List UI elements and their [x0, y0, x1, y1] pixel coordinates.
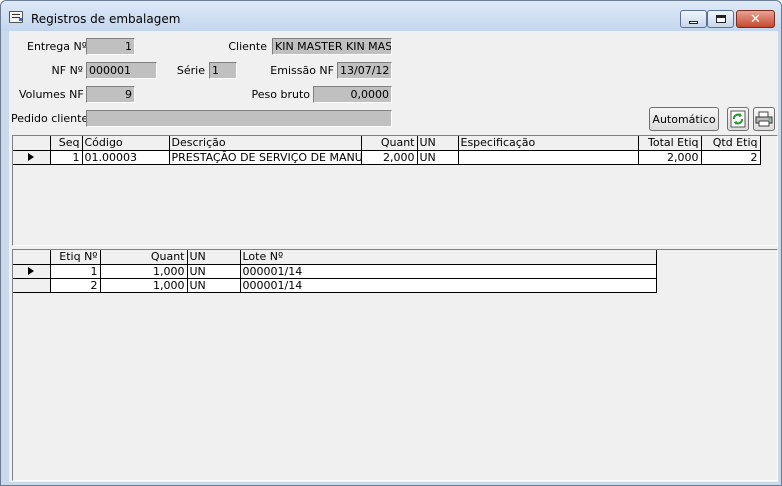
cell-un[interactable]: UN — [187, 264, 241, 279]
cliente-field[interactable]: KIN MASTER KIN MAS — [272, 38, 392, 55]
cell-lote[interactable]: 000001/14 — [240, 278, 657, 293]
refresh-button[interactable] — [727, 107, 749, 131]
items-table: Seq Código Descrição Quant UN Especifica… — [13, 136, 761, 165]
refresh-icon — [730, 110, 746, 128]
col-header-etiq[interactable]: Etiq Nº — [50, 250, 101, 265]
items-grid[interactable]: Seq Código Descrição Quant UN Especifica… — [12, 135, 778, 246]
cell-quant[interactable]: 2,000 — [361, 150, 418, 165]
title-bar[interactable]: Registros de embalagem ✕ — [1, 1, 781, 31]
window-title: Registros de embalagem — [31, 12, 181, 26]
printer-icon — [755, 111, 773, 127]
nf-label: NF Nº — [51, 64, 83, 77]
cell-etiq[interactable]: 1 — [50, 264, 101, 279]
col-header-qtd-etiq[interactable]: Qtd Etiq — [701, 136, 761, 151]
table-row[interactable]: 1 1,000 UN 000001/14 — [13, 264, 657, 279]
labels-table: Etiq Nº Quant UN Lote Nº 1 1,000 UN 0000… — [13, 250, 657, 293]
current-row-arrow-icon — [28, 153, 35, 161]
col-header-especificacao[interactable]: Especificação — [458, 136, 639, 151]
cell-qtd-etiq[interactable]: 2 — [701, 150, 761, 165]
cell-codigo[interactable]: 01.00003 — [82, 150, 170, 165]
print-button[interactable] — [753, 107, 775, 131]
row-indicator[interactable] — [13, 278, 51, 293]
cell-descricao[interactable]: PRESTAÇÃO DE SERVIÇO DE MANUT — [169, 150, 362, 165]
cliente-label: Cliente — [228, 40, 267, 53]
col-header-quant[interactable]: Quant — [100, 250, 188, 265]
cell-quant[interactable]: 1,000 — [100, 278, 188, 293]
minimize-button[interactable] — [680, 10, 707, 28]
cell-un[interactable]: UN — [417, 150, 459, 165]
volumes-field[interactable]: 9 — [86, 86, 135, 103]
cell-un[interactable]: UN — [187, 278, 241, 293]
entrega-label: Entrega Nº — [27, 40, 87, 53]
labels-header-row: Etiq Nº Quant UN Lote Nº — [13, 250, 657, 265]
app-icon[interactable] — [9, 11, 23, 23]
pedido-label: Pedido cliente — [11, 112, 89, 125]
cell-lote[interactable]: 000001/14 — [240, 264, 657, 279]
table-row[interactable]: 1 01.00003 PRESTAÇÃO DE SERVIÇO DE MANUT… — [13, 150, 761, 165]
serie-field[interactable]: 1 — [209, 62, 237, 79]
col-header-quant[interactable]: Quant — [361, 136, 418, 151]
entrega-field[interactable]: 1 — [86, 38, 135, 55]
row-indicator[interactable] — [13, 150, 51, 165]
close-icon: ✕ — [750, 11, 761, 27]
col-header-un[interactable]: UN — [187, 250, 241, 265]
col-header-codigo[interactable]: Código — [82, 136, 170, 151]
col-header-un[interactable]: UN — [417, 136, 459, 151]
form-body: Entrega Nº 1 Cliente KIN MASTER KIN MAS … — [9, 31, 778, 482]
items-header-row: Seq Código Descrição Quant UN Especifica… — [13, 136, 761, 151]
window: Registros de embalagem ✕ Entrega Nº 1 Cl… — [0, 0, 782, 486]
cell-total-etiq[interactable]: 2,000 — [638, 150, 702, 165]
row-indicator-header — [13, 250, 51, 265]
emissao-label: Emissão NF — [270, 64, 334, 77]
automatico-button[interactable]: Automático — [649, 107, 719, 131]
close-button[interactable]: ✕ — [736, 10, 775, 28]
labels-grid[interactable]: Etiq Nº Quant UN Lote Nº 1 1,000 UN 0000… — [12, 249, 778, 481]
cell-seq[interactable]: 1 — [50, 150, 83, 165]
emissao-field[interactable]: 13/07/12 — [337, 62, 392, 79]
pedido-field[interactable] — [86, 110, 392, 127]
serie-label: Série — [176, 64, 205, 77]
row-indicator-header — [13, 136, 51, 151]
peso-field[interactable]: 0,0000 — [313, 86, 392, 103]
col-header-lote[interactable]: Lote Nº — [240, 250, 657, 265]
row-indicator[interactable] — [13, 264, 51, 279]
cell-especificacao[interactable] — [458, 150, 639, 165]
col-header-seq[interactable]: Seq — [50, 136, 83, 151]
col-header-descricao[interactable]: Descrição — [169, 136, 362, 151]
cell-quant[interactable]: 1,000 — [100, 264, 188, 279]
table-row[interactable]: 2 1,000 UN 000001/14 — [13, 278, 657, 293]
nf-field[interactable]: 000001 — [86, 62, 157, 79]
maximize-button[interactable] — [707, 10, 734, 28]
col-header-total-etiq[interactable]: Total Etiq — [638, 136, 702, 151]
cell-etiq[interactable]: 2 — [50, 278, 101, 293]
current-row-arrow-icon — [28, 267, 35, 275]
minimize-icon — [689, 21, 698, 24]
peso-label: Peso bruto — [251, 88, 311, 101]
maximize-icon — [715, 15, 726, 23]
volumes-label: Volumes NF — [19, 88, 84, 101]
